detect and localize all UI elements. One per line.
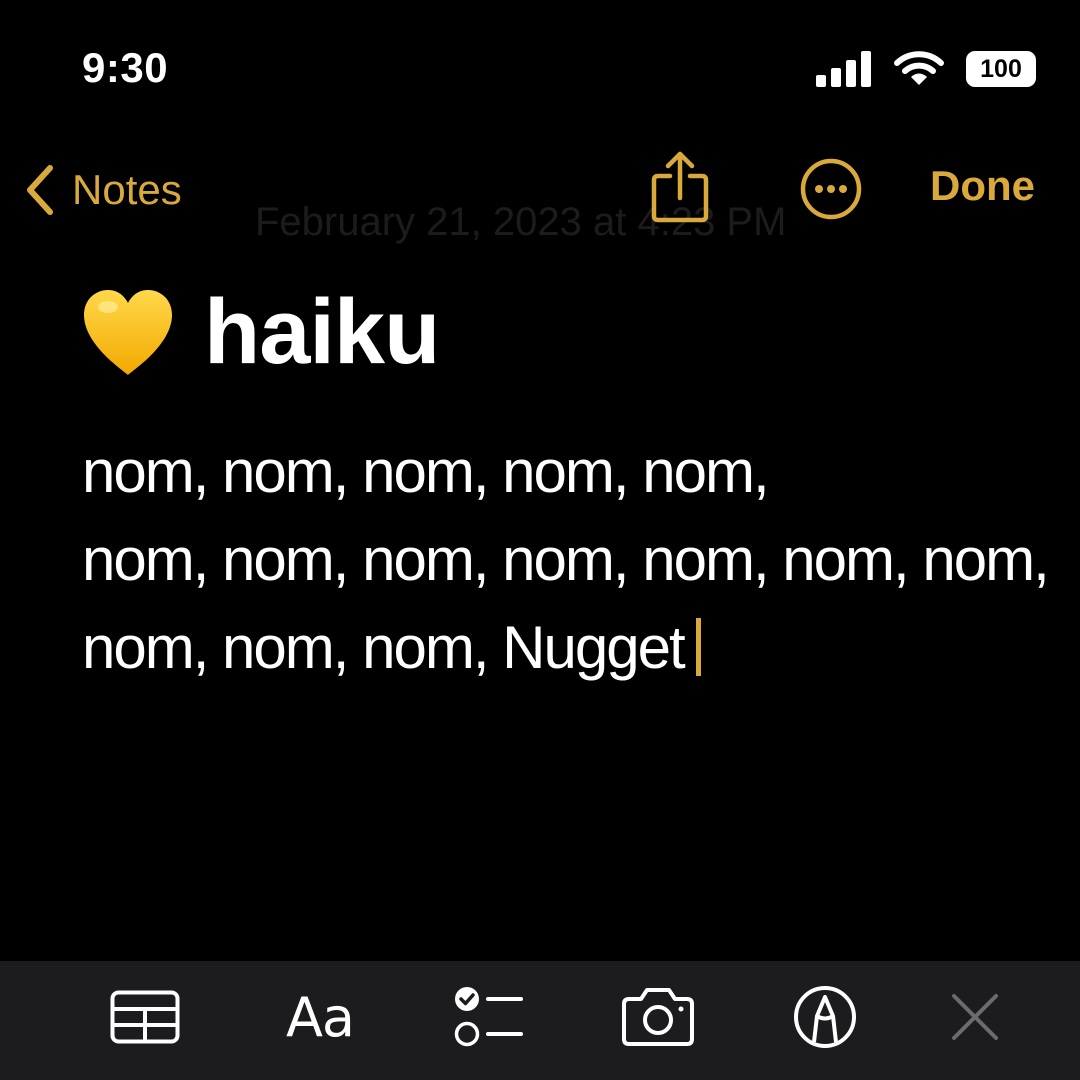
markup-button[interactable] xyxy=(792,981,858,1053)
chevron-left-icon xyxy=(27,165,53,215)
note-line-2: nom, nom, nom, nom, nom, nom, nom, xyxy=(82,526,1050,593)
battery-icon: 100 xyxy=(966,51,1036,87)
note-line-1: nom, nom, nom, nom, nom, xyxy=(82,438,770,505)
text-cursor xyxy=(695,618,701,676)
camera-icon xyxy=(622,988,694,1046)
note-title-text: haiku xyxy=(204,281,440,383)
close-keyboard-button[interactable] xyxy=(948,981,1002,1053)
close-icon xyxy=(952,994,998,1040)
checklist-button[interactable] xyxy=(452,981,524,1053)
back-button[interactable]: Notes xyxy=(22,160,182,220)
status-time: 9:30 xyxy=(82,44,169,91)
back-label: Notes xyxy=(72,166,182,213)
bottom-toolbar: Aa xyxy=(0,961,1080,1080)
table-button[interactable] xyxy=(108,981,182,1053)
signal-icon xyxy=(816,51,871,87)
camera-button[interactable] xyxy=(620,981,696,1053)
note-body[interactable]: nom, nom, nom, nom, nom, nom, nom, nom, … xyxy=(82,428,1072,692)
note-line-3-text: nom, nom, nom, Nugget xyxy=(82,614,686,681)
note-line-3: nom, nom, nom, Nugget xyxy=(82,604,1072,692)
note-title[interactable]: haiku xyxy=(80,280,440,385)
more-icon[interactable] xyxy=(800,158,862,220)
text-format-icon[interactable]: Aa xyxy=(280,981,360,1053)
wifi-icon xyxy=(894,51,944,85)
done-button[interactable]: Done xyxy=(930,162,1035,210)
status-indicators: 100 xyxy=(816,48,1036,90)
yellow-heart-icon xyxy=(84,289,172,375)
markup-icon xyxy=(794,986,856,1048)
table-icon xyxy=(110,990,180,1044)
checklist-icon xyxy=(454,987,523,1047)
share-icon[interactable] xyxy=(648,150,712,224)
notes-screen: 9:30 100 February 21, 2023 at 4:23 PM No… xyxy=(0,0,1080,1080)
